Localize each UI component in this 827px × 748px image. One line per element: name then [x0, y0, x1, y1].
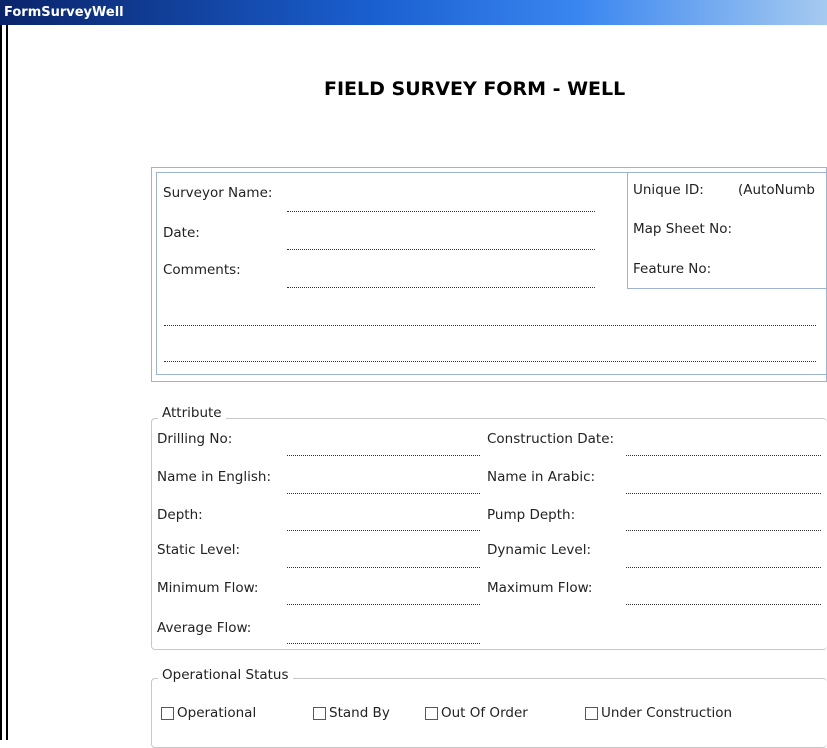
- surveyor-name-label: Surveyor Name:: [163, 185, 273, 201]
- unique-id-label: Unique ID:: [633, 182, 704, 198]
- form-title: FIELD SURVEY FORM - WELL: [324, 78, 626, 100]
- minimum-flow-label: Minimum Flow:: [157, 580, 259, 596]
- comments-field-line-2[interactable]: [164, 325, 816, 326]
- comments-field-line-3[interactable]: [164, 361, 816, 362]
- dynamic-level-label: Dynamic Level:: [487, 542, 592, 558]
- comments-field-line-1[interactable]: [287, 287, 595, 288]
- maximum-flow-label: Maximum Flow:: [487, 580, 593, 596]
- construction-date-label: Construction Date:: [487, 431, 615, 447]
- dynamic-level-field[interactable]: [626, 567, 821, 568]
- minimum-flow-field[interactable]: [287, 604, 480, 605]
- date-field[interactable]: [287, 249, 595, 250]
- name-arabic-field[interactable]: [626, 493, 821, 494]
- unique-id-value: (AutoNumb: [738, 182, 815, 198]
- attribute-group: [151, 418, 827, 650]
- construction-date-field[interactable]: [626, 455, 821, 456]
- map-sheet-label: Map Sheet No:: [633, 221, 733, 237]
- static-level-field[interactable]: [287, 567, 480, 568]
- date-label: Date:: [163, 225, 200, 241]
- under-construction-checkbox[interactable]: [585, 707, 598, 720]
- name-english-label: Name in English:: [157, 469, 272, 485]
- comments-label: Comments:: [163, 262, 241, 278]
- operational-checkbox[interactable]: [161, 707, 174, 720]
- drilling-no-label: Drilling No:: [157, 431, 233, 447]
- pump-depth-field[interactable]: [626, 530, 821, 531]
- maximum-flow-field[interactable]: [626, 604, 821, 605]
- under-construction-label: Under Construction: [601, 705, 733, 721]
- pump-depth-label: Pump Depth:: [487, 507, 576, 523]
- drilling-no-field[interactable]: [287, 455, 480, 456]
- window-title: FormSurveyWell: [4, 5, 124, 20]
- name-arabic-label: Name in Arabic:: [487, 469, 596, 485]
- stand-by-label: Stand By: [329, 705, 390, 721]
- depth-label: Depth:: [157, 507, 203, 523]
- window-left-border: [0, 25, 8, 740]
- stand-by-checkbox[interactable]: [313, 707, 326, 720]
- static-level-label: Static Level:: [157, 542, 241, 558]
- out-of-order-checkbox[interactable]: [425, 707, 438, 720]
- average-flow-field[interactable]: [287, 643, 480, 644]
- window-title-bar[interactable]: FormSurveyWell: [0, 0, 827, 25]
- attribute-legend: Attribute: [158, 405, 226, 421]
- operational-status-legend: Operational Status: [158, 667, 293, 683]
- name-english-field[interactable]: [287, 493, 480, 494]
- out-of-order-label: Out Of Order: [441, 705, 528, 721]
- feature-no-label: Feature No:: [633, 261, 712, 277]
- depth-field[interactable]: [287, 530, 480, 531]
- surveyor-name-field[interactable]: [287, 211, 595, 212]
- average-flow-label: Average Flow:: [157, 620, 252, 636]
- operational-label: Operational: [177, 705, 257, 721]
